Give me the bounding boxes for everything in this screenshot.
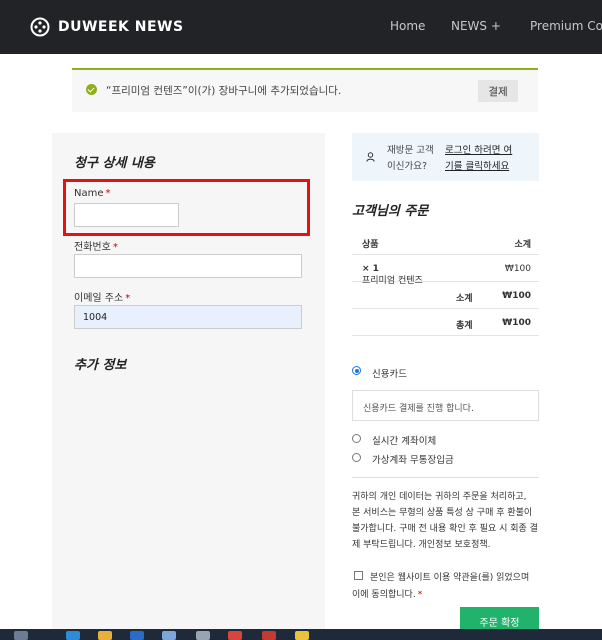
returning-customer-box: 재방문 고객 이신가요? 로그인 하려면 여 기를 클릭하세요	[352, 133, 539, 181]
total-value: ₩100	[502, 318, 531, 328]
app-icon-red[interactable]	[228, 631, 242, 640]
highlight-box	[63, 179, 310, 236]
phone-input[interactable]	[74, 254, 302, 278]
email-label: 이메일 주소 *	[74, 293, 131, 304]
settings-icon[interactable]	[196, 631, 210, 640]
head-subtotal: 소계	[514, 240, 531, 250]
subtotal-row: 소계 ₩100	[352, 282, 539, 309]
terms-text-2: 이에 동의합니다. *	[352, 590, 423, 600]
person-icon	[366, 152, 375, 162]
item-name: 프리미엄 컨텐즈 × 1	[362, 264, 423, 286]
terms-text-1: 본인은 웹사이트 이용 약관을(를) 읽었으며	[370, 573, 530, 583]
returning-question-2: 이신가요?	[387, 161, 428, 172]
order-header-row: 상품 소계	[352, 228, 539, 255]
store-icon[interactable]	[130, 631, 144, 640]
site-logo[interactable]: DUWEEK NEWS	[30, 17, 184, 37]
order-title: 고객님의 주문	[352, 204, 429, 219]
cart-notice: “프리미엄 컨텐즈”이(가) 장바구니에 추가되었습니다. 결제	[72, 68, 538, 112]
privacy-line-3: 불가합니다. 구매 전 내용 확인 후 필요 시 회종 결	[352, 524, 538, 534]
os-taskbar	[0, 629, 602, 640]
order-item-row: 프리미엄 컨텐즈 × 1 ₩100	[352, 255, 539, 286]
total-row: 총계 ₩100	[352, 309, 539, 336]
notice-message: “프리미엄 컨텐즈”이(가) 장바구니에 추가되었습니다.	[106, 85, 342, 97]
bank-transfer-radio[interactable]	[352, 434, 361, 443]
check-circle-icon	[86, 84, 97, 95]
credit-card-radio[interactable]	[352, 366, 361, 375]
returning-question-1: 재방문 고객	[387, 145, 434, 156]
nav-premium[interactable]: Premium Co	[530, 19, 602, 33]
card-description-box: 신용카드 결제를 진행 합니다.	[352, 390, 539, 421]
bank-transfer-label: 실시간 계좌이체	[372, 436, 437, 447]
virtual-account-label: 가상계좌 무통장입금	[372, 455, 454, 466]
head-product: 상품	[362, 240, 379, 250]
nav-home[interactable]: Home	[390, 19, 425, 33]
divider	[352, 477, 539, 478]
terms-checkbox[interactable]	[354, 571, 363, 580]
login-link-2[interactable]: 기를 클릭하세요	[445, 158, 509, 172]
start-icon[interactable]	[14, 631, 28, 640]
subtotal-value: ₩100	[502, 291, 531, 301]
login-link-1[interactable]: 로그인 하려면 여	[445, 142, 512, 156]
privacy-line-2: 본 서비스는 무형의 상품 특성 상 구매 후 환불이	[352, 508, 533, 518]
nav-news[interactable]: NEWS +	[451, 19, 501, 33]
site-header: DUWEEK NEWS Home NEWS + Premium Co	[0, 0, 602, 54]
phone-label: 전화번호 *	[74, 242, 118, 253]
folder-icon[interactable]	[98, 631, 112, 640]
credit-card-label: 신용카드	[372, 369, 407, 380]
mail-icon[interactable]	[162, 631, 176, 640]
subtotal-label: 소계	[456, 294, 473, 304]
card-description: 신용카드 결제를 진행 합니다.	[363, 404, 474, 414]
virtual-account-radio[interactable]	[352, 453, 361, 462]
item-price: ₩100	[504, 264, 531, 274]
app-icon-chrome[interactable]	[262, 631, 276, 640]
privacy-line-1: 귀하의 개인 데이터는 귀하의 주문을 처리하고,	[352, 492, 527, 502]
privacy-line-4: 제 부탁드립니다. 개인정보 보호정책.	[352, 540, 491, 550]
checkout-button[interactable]: 결제	[478, 80, 518, 102]
app-icon-yellow[interactable]	[295, 631, 309, 640]
total-label: 총계	[456, 321, 473, 331]
browser-icon[interactable]	[66, 631, 80, 640]
logo-text: DUWEEK NEWS	[58, 19, 184, 35]
email-input[interactable]	[74, 305, 302, 329]
billing-title: 청구 상세 내용	[74, 156, 155, 171]
order-table: 상품 소계 프리미엄 컨텐즈 × 1 ₩100 소계 ₩100 총계 ₩100	[352, 228, 539, 336]
additional-info-title: 추가 정보	[74, 358, 127, 373]
film-reel-icon	[30, 17, 50, 37]
